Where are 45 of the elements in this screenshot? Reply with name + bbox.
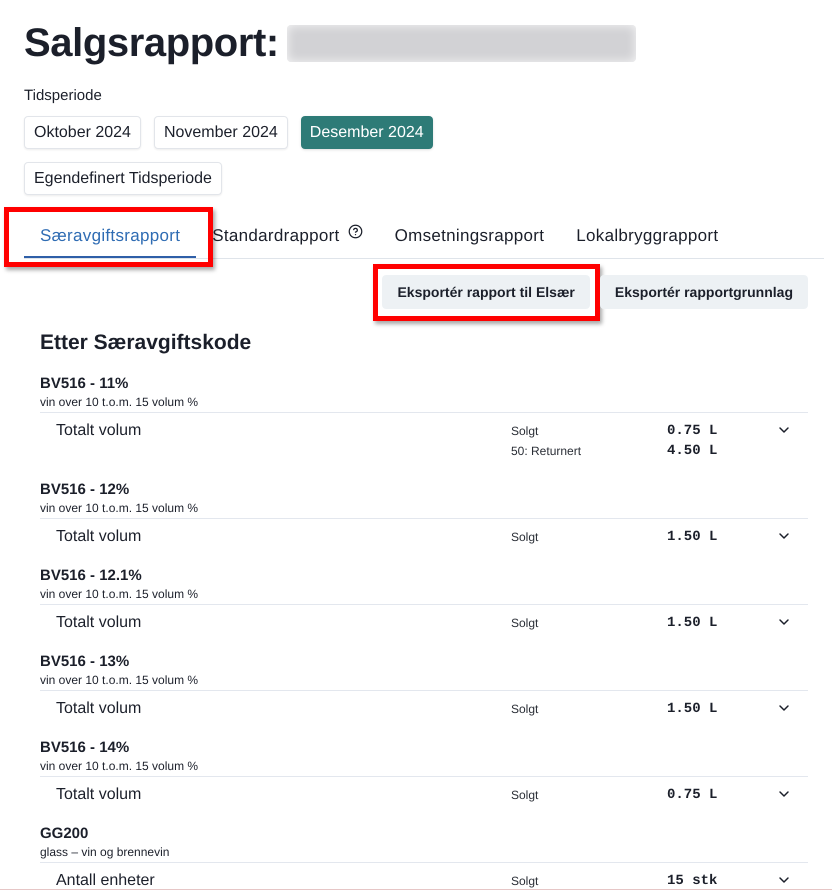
entry-type: Solgt	[511, 615, 540, 632]
tax-code: BV516 - 11%	[40, 374, 130, 394]
entry-value: 0.75 L	[667, 786, 718, 804]
period-label: Tidsperiode	[24, 86, 103, 106]
period-option[interactable]: Egendefinert Tidsperiode	[24, 162, 222, 195]
tax-code: BV516 - 14%	[40, 738, 130, 758]
report-tab[interactable]: Særavgiftsrapport	[24, 215, 196, 258]
entry-value: 1.50 L	[667, 528, 718, 546]
export-button[interactable]: Eksportér rapportgrunnlag	[600, 275, 808, 309]
entry-value: 1.50 L	[667, 614, 718, 632]
entry-type: Solgt	[511, 873, 540, 889]
tax-code-description: vin over 10 t.o.m. 15 volum %	[40, 500, 200, 516]
tax-code-description: vin over 10 t.o.m. 15 volum %	[40, 672, 200, 688]
entry-type: Solgt	[511, 423, 540, 440]
row-label: Totalt volum	[55, 699, 142, 719]
period-option[interactable]: Oktober 2024	[24, 116, 141, 149]
entry-type: Solgt	[511, 529, 540, 546]
tax-code-description: vin over 10 t.o.m. 15 volum %	[40, 758, 200, 774]
export-button[interactable]: Eksportér rapport til Elsær	[382, 275, 590, 309]
tax-code: GG200	[40, 824, 90, 844]
entry-value: 4.50 L	[667, 442, 718, 460]
tax-code: BV516 - 12%	[40, 480, 130, 500]
period-option[interactable]: Desember 2024	[300, 116, 433, 149]
row-label: Totalt volum	[55, 421, 142, 441]
period-option[interactable]: November 2024	[154, 116, 288, 149]
tax-code-description: vin over 10 t.o.m. 15 volum %	[40, 586, 200, 602]
report-tab[interactable]: Omsetningsrapport	[378, 215, 560, 258]
tax-code: BV516 - 12.1%	[40, 566, 143, 586]
row-label: Antall enheter	[55, 871, 156, 889]
row-label: Totalt volum	[55, 785, 142, 805]
tax-code: BV516 - 13%	[40, 652, 130, 672]
report-tab[interactable]: Standardrapport	[196, 215, 379, 258]
row-label: Totalt volum	[55, 613, 142, 633]
page-title: Salgsrapport:	[24, 20, 279, 66]
entry-value: 15 stk	[667, 872, 718, 889]
entry-type: 50: Returnert	[511, 443, 582, 460]
tax-code-description: glass – vin og brennevin	[40, 844, 170, 860]
entry-type: Solgt	[511, 701, 540, 718]
tax-code-description: vin over 10 t.o.m. 15 volum %	[40, 394, 200, 410]
entry-type: Solgt	[511, 787, 540, 804]
report-tab[interactable]: Lokalbryggrapport	[560, 215, 734, 258]
section-heading: Etter Særavgiftskode	[40, 330, 252, 356]
entry-value: 0.75 L	[667, 422, 718, 440]
row-label: Totalt volum	[55, 527, 142, 547]
entry-value: 1.50 L	[667, 700, 718, 718]
